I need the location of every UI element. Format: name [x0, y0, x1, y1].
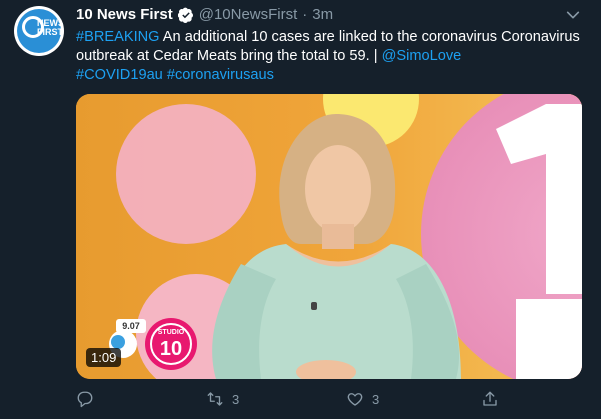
share-button[interactable] — [481, 390, 499, 408]
retweet-icon — [207, 392, 223, 406]
retweet-count: 3 — [232, 391, 240, 407]
retweet-button[interactable]: 3 — [206, 390, 239, 408]
verified-badge-icon — [177, 7, 193, 23]
logo-number: 10 — [160, 338, 182, 360]
like-button[interactable]: 3 — [346, 390, 379, 408]
hashtag-breaking[interactable]: #BREAKING — [76, 29, 160, 45]
hashtag-coronavirus[interactable]: #coronavirusaus — [167, 67, 274, 83]
separator: · — [302, 6, 308, 23]
tweet-header: 10 News First @10NewsFirst · 3m — [76, 6, 333, 24]
reply-icon — [77, 391, 93, 408]
hashtag-covid[interactable]: #COVID19au — [76, 67, 163, 83]
mention-link[interactable]: @SimoLove — [382, 48, 462, 64]
video-duration: 1:09 — [86, 348, 122, 367]
video-player[interactable]: 9.07 STUDIO 10 1:09 — [76, 94, 582, 379]
weather-value: 9.07 — [122, 321, 140, 331]
share-icon — [483, 391, 497, 406]
handle[interactable]: @10NewsFirst — [199, 6, 298, 24]
reply-button[interactable] — [76, 390, 94, 408]
tweet-text: #BREAKING An additional 10 cases are lin… — [76, 28, 581, 85]
logo-text-small: STUDIO — [158, 329, 185, 336]
chevron-down-icon[interactable] — [565, 7, 581, 23]
tweet-actions: 3 3 — [76, 390, 582, 410]
video-frame: 9.07 STUDIO 10 — [76, 94, 582, 379]
heart-icon — [347, 393, 363, 406]
like-count: 3 — [372, 391, 380, 407]
avatar-text: NEWS FIRST — [37, 18, 64, 37]
avatar[interactable]: NEWS FIRST — [14, 6, 64, 56]
display-name[interactable]: 10 News First — [76, 6, 173, 24]
news-logo-icon: NEWS FIRST — [17, 9, 64, 53]
timestamp[interactable]: 3m — [312, 6, 333, 24]
